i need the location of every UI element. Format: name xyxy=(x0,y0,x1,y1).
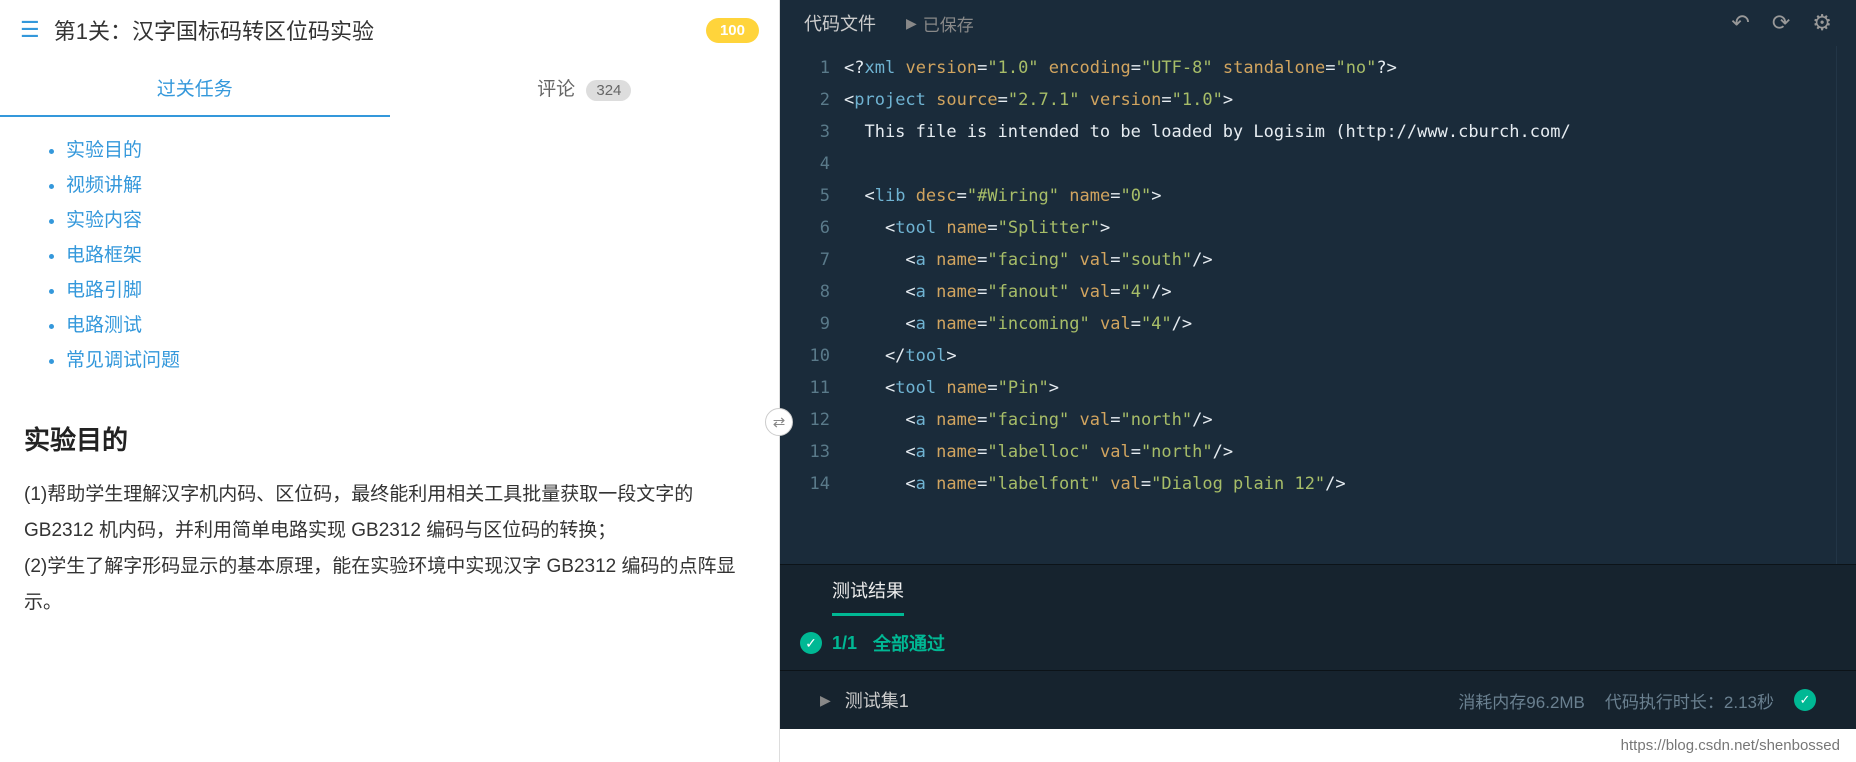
test-set-name: 测试集1 xyxy=(845,687,909,713)
toc-item: 电路测试 xyxy=(66,310,755,337)
task-panel: ☰ 第1关：汉字国标码转区位码实验 100 过关任务 评论 324 实验目的视频… xyxy=(0,0,780,762)
toc-link[interactable]: 视频讲解 xyxy=(66,175,142,196)
line-number: 2 xyxy=(780,84,844,116)
code-line: <project source="2.7.1" version="1.0"> xyxy=(844,84,1836,116)
code-line: </tool> xyxy=(844,340,1836,372)
toc-item: 常见调试问题 xyxy=(66,345,755,372)
minimap[interactable] xyxy=(1836,46,1856,564)
line-number: 13 xyxy=(780,436,844,468)
toc-link[interactable]: 实验目的 xyxy=(66,140,142,161)
toc-link[interactable]: 电路框架 xyxy=(66,245,142,266)
test-set-row[interactable]: ▶ 测试集1 消耗内存96.2MB 代码执行时长：2.13秒 ✓ xyxy=(780,671,1856,729)
settings-icon[interactable]: ⚙ xyxy=(1812,10,1832,36)
line-number: 1 xyxy=(780,52,844,84)
results-panel: 测试结果 ✓ 1/1 全部通过 ▶ 测试集1 消耗内存96.2MB 代码执行时长… xyxy=(780,564,1856,762)
toc-item: 电路引脚 xyxy=(66,275,755,302)
line-number: 7 xyxy=(780,244,844,276)
toc-link[interactable]: 实验内容 xyxy=(66,210,142,231)
row-check-icon: ✓ xyxy=(1794,689,1816,711)
undo-icon[interactable]: ↶ xyxy=(1731,10,1749,36)
result-tabs: 测试结果 xyxy=(780,565,1856,616)
chevron-right-icon: ▶ xyxy=(820,692,831,709)
editor-panel: 代码文件 已保存 ↶ ⟳ ⚙ 1234567891011121314 <?xml… xyxy=(780,0,1856,762)
line-number: 9 xyxy=(780,308,844,340)
code-line xyxy=(844,148,1836,180)
refresh-icon[interactable]: ⟳ xyxy=(1772,10,1790,36)
exec-time: 代码执行时长：2.13秒 xyxy=(1605,688,1774,713)
line-number: 8 xyxy=(780,276,844,308)
code-line: <a name="facing" val="south"/> xyxy=(844,244,1836,276)
file-title: 代码文件 xyxy=(804,10,876,36)
header-tools: ↶ ⟳ ⚙ xyxy=(1731,10,1832,36)
collapse-handle-icon[interactable]: ⇄ xyxy=(765,408,793,436)
tab-task[interactable]: 过关任务 xyxy=(0,60,390,117)
toc-item: 视频讲解 xyxy=(66,170,755,197)
saved-indicator: 已保存 xyxy=(906,11,974,36)
toc-link[interactable]: 电路引脚 xyxy=(66,280,142,301)
task-content[interactable]: 实验目的视频讲解实验内容电路框架电路引脚电路测试常见调试问题 实验目的 (1)帮… xyxy=(0,117,779,762)
section-body: (1)帮助学生理解汉字机内码、区位码，最终能利用相关工具批量获取一段文字的 GB… xyxy=(24,477,755,621)
tab-comments[interactable]: 评论 324 xyxy=(390,60,780,117)
line-gutter: 1234567891011121314 xyxy=(780,46,844,564)
toc-list: 实验目的视频讲解实验内容电路框架电路引脚电路测试常见调试问题 xyxy=(24,135,755,372)
memory-usage: 消耗内存96.2MB xyxy=(1458,688,1585,713)
line-number: 5 xyxy=(780,180,844,212)
line-number: 6 xyxy=(780,212,844,244)
code-line: <a name="incoming" val="4"/> xyxy=(844,308,1836,340)
check-icon: ✓ xyxy=(800,632,822,654)
code-area[interactable]: <?xml version="1.0" encoding="UTF-8" sta… xyxy=(844,46,1836,564)
comments-count-badge: 324 xyxy=(586,80,631,101)
code-line: <a name="labelloc" val="north"/> xyxy=(844,436,1836,468)
code-line: This file is intended to be loaded by Lo… xyxy=(844,116,1836,148)
tab-test-results[interactable]: 测试结果 xyxy=(832,577,904,616)
menu-icon[interactable]: ☰ xyxy=(20,17,40,43)
toc-item: 实验目的 xyxy=(66,135,755,162)
result-meta: 消耗内存96.2MB 代码执行时长：2.13秒 ✓ xyxy=(1458,688,1816,713)
section-title: 实验目的 xyxy=(24,420,755,457)
line-number: 3 xyxy=(780,116,844,148)
code-line: <lib desc="#Wiring" name="0"> xyxy=(844,180,1836,212)
score-badge: 100 xyxy=(706,18,759,43)
code-line: <a name="facing" val="north"/> xyxy=(844,404,1836,436)
code-line: <tool name="Pin"> xyxy=(844,372,1836,404)
toc-link[interactable]: 常见调试问题 xyxy=(66,350,180,371)
toc-item: 电路框架 xyxy=(66,240,755,267)
task-header: ☰ 第1关：汉字国标码转区位码实验 100 xyxy=(0,0,779,60)
footer-url: https://blog.csdn.net/shenbossed xyxy=(780,729,1856,762)
pass-status: 全部通过 xyxy=(873,630,945,656)
line-number: 14 xyxy=(780,468,844,500)
editor-header: 代码文件 已保存 ↶ ⟳ ⚙ xyxy=(780,0,1856,46)
pass-count: 1/1 xyxy=(832,633,857,654)
line-number: 11 xyxy=(780,372,844,404)
level-title: 第1关：汉字国标码转区位码实验 xyxy=(54,14,706,46)
code-line: <?xml version="1.0" encoding="UTF-8" sta… xyxy=(844,52,1836,84)
result-summary: ✓ 1/1 全部通过 xyxy=(780,616,1856,671)
toc-link[interactable]: 电路测试 xyxy=(66,315,142,336)
code-line: <a name="fanout" val="4"/> xyxy=(844,276,1836,308)
tab-comments-label: 评论 xyxy=(537,79,575,100)
toc-item: 实验内容 xyxy=(66,205,755,232)
code-line: <tool name="Splitter"> xyxy=(844,212,1836,244)
code-line: <a name="labelfont" val="Dialog plain 12… xyxy=(844,468,1836,500)
task-tabs: 过关任务 评论 324 xyxy=(0,60,779,117)
line-number: 4 xyxy=(780,148,844,180)
editor-area[interactable]: 1234567891011121314 <?xml version="1.0" … xyxy=(780,46,1856,564)
line-number: 10 xyxy=(780,340,844,372)
